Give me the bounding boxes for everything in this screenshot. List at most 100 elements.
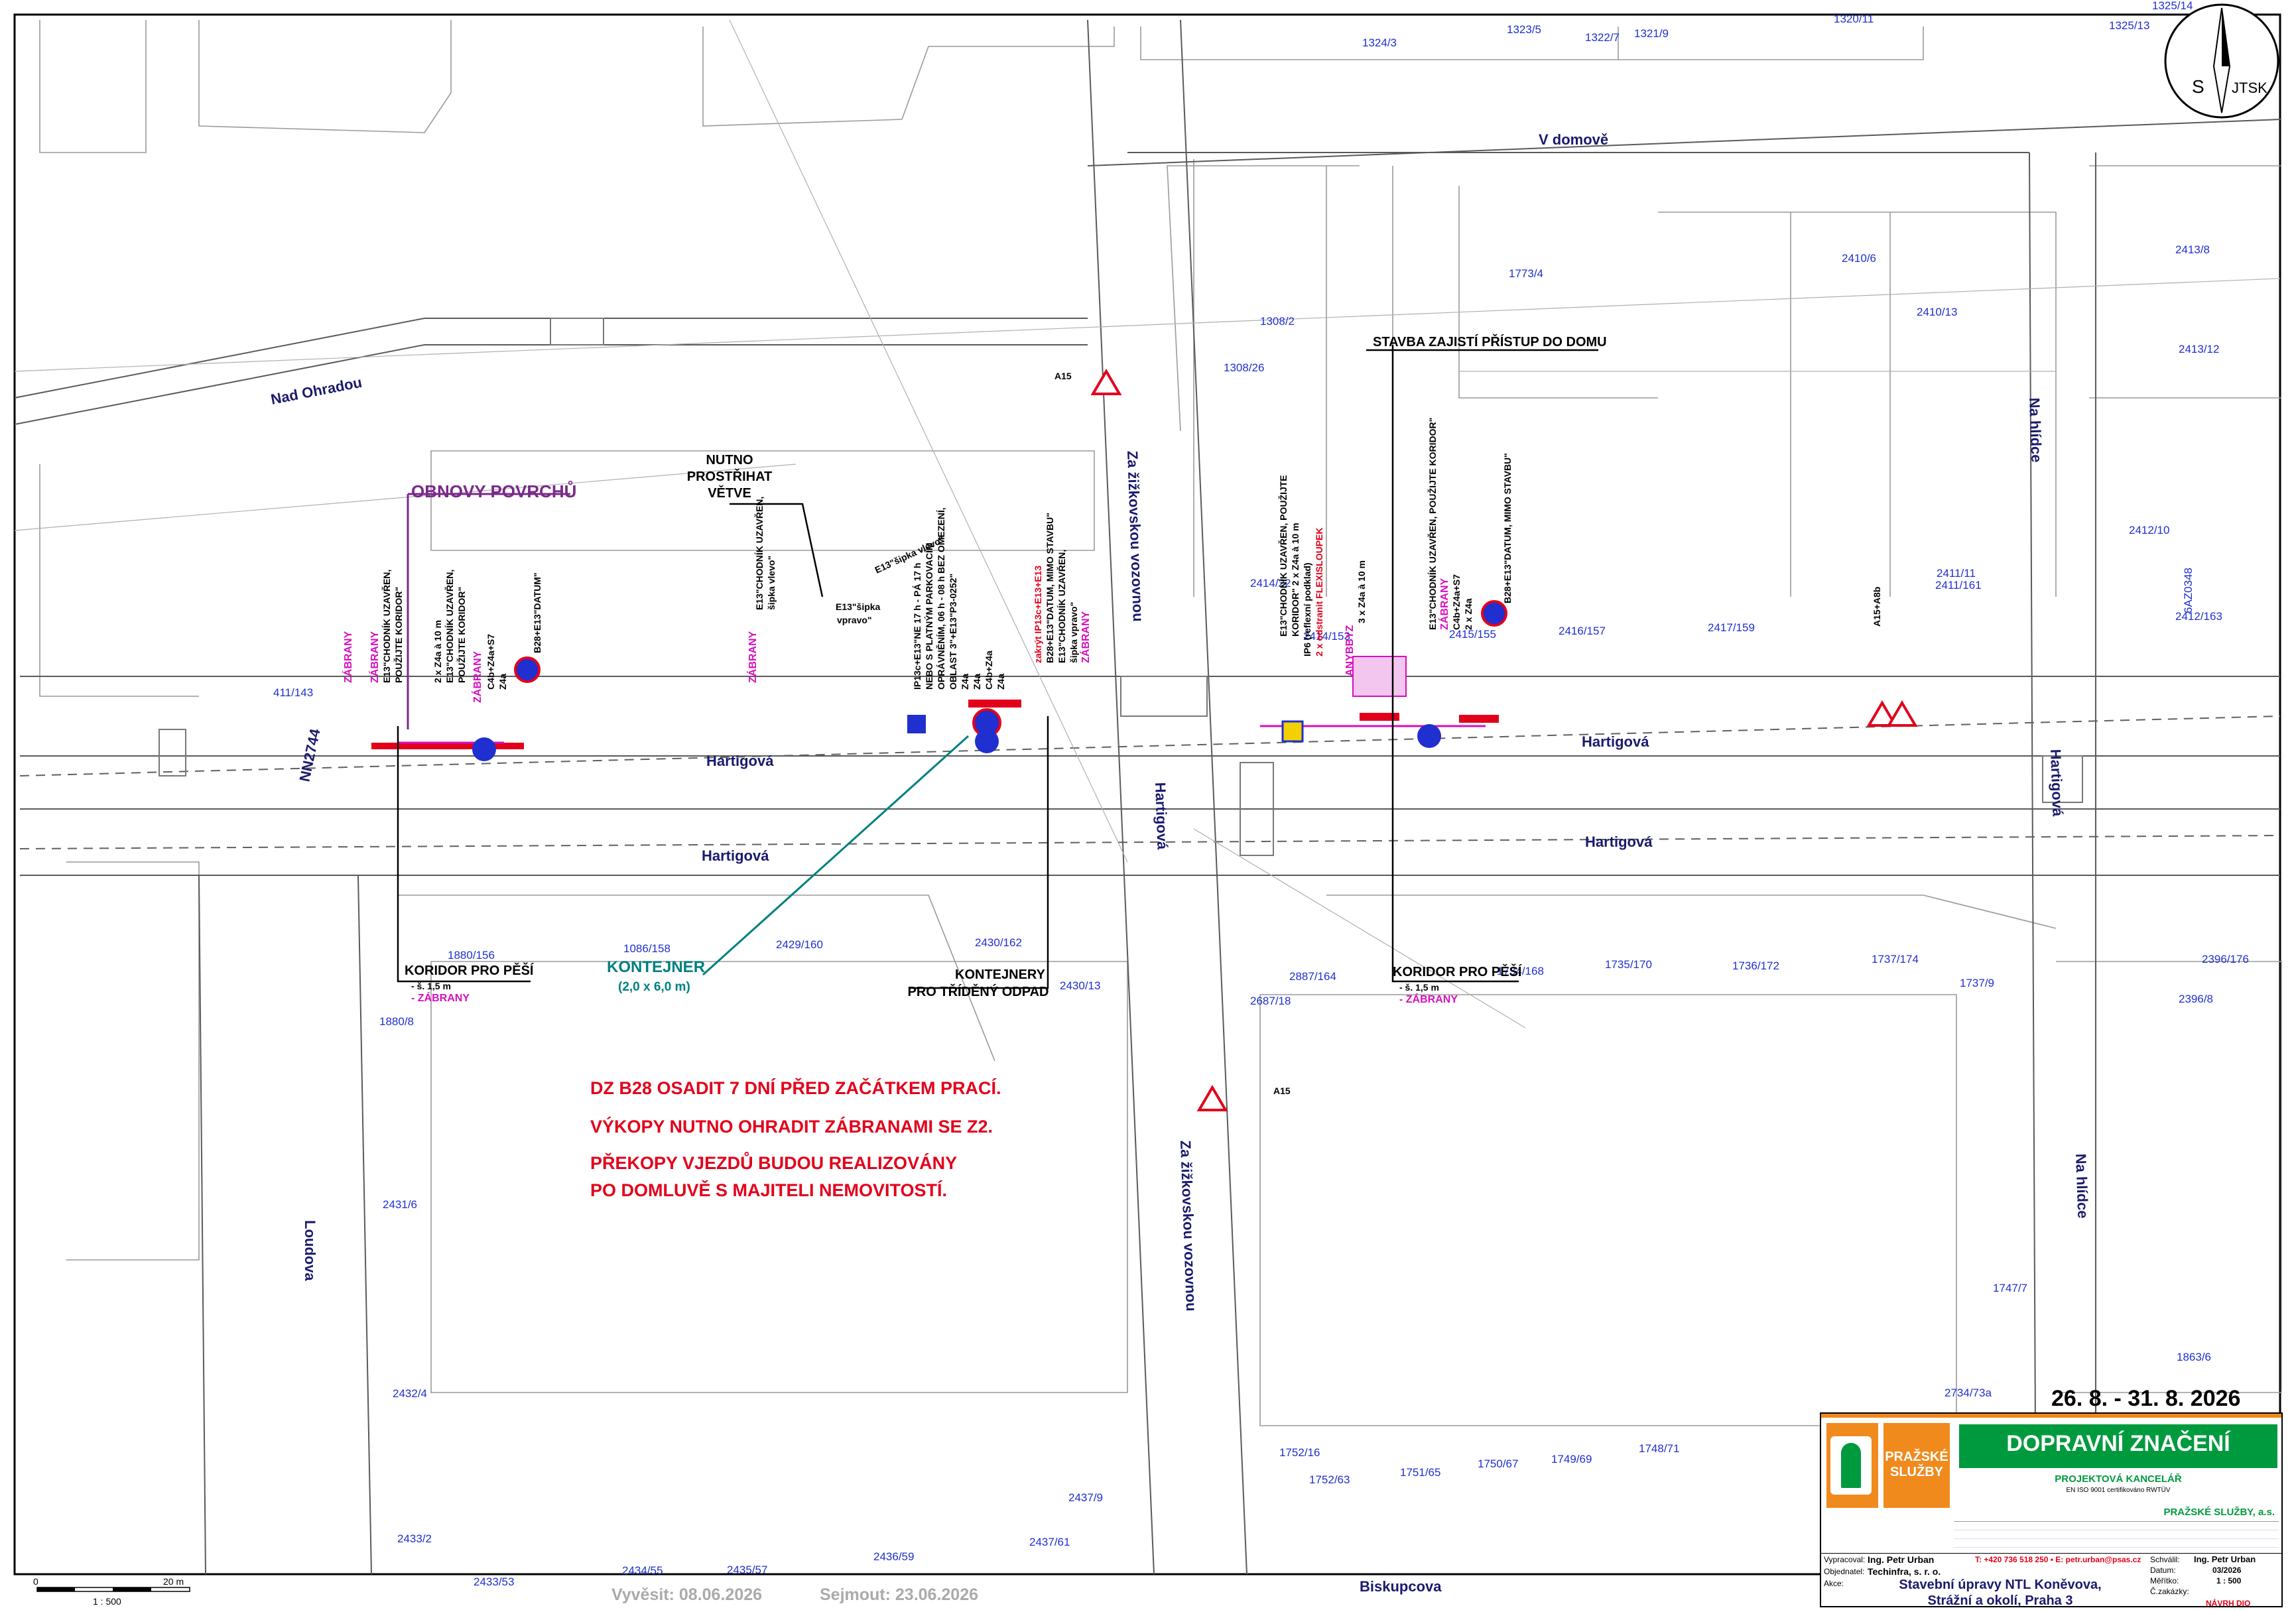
street-labels: V domově Nad Ohradou Za žižkovskou vozov… [269,131,2091,1595]
parcel-number: 2413/8 [2175,243,2210,256]
parcel-number: 2734/73a [1945,1387,1992,1399]
svg-text:ZÁBRANY: ZÁBRANY [746,631,759,683]
parcel-number: 2437/9 [1068,1491,1103,1504]
akce-label: Akce: [1824,1579,1844,1588]
svg-text:Sejmout: 23.06.2026: Sejmout: 23.06.2026 [820,1585,978,1604]
info-grid: Vypracoval: Ing. Petr Urban T: +420 736 … [1821,1553,2281,1609]
parcel-number: 1308/2 [1260,315,1295,328]
svg-text:Hartigová: Hartigová [1582,733,1649,750]
svg-text:ZÁBRANY: ZÁBRANY [368,631,381,683]
logo-emblem-icon [1830,1436,1872,1495]
meritko-value: 1 : 500 [2216,1576,2242,1585]
parcel-number: 2436/59 [873,1550,914,1563]
svg-text:KONTEJNER: KONTEJNER [607,958,705,976]
meritko-label: Měřítko: [2150,1576,2179,1585]
svg-text:- ZÁBRANY: - ZÁBRANY [1399,993,1458,1005]
callout-lines [397,345,1598,989]
parcel-number: 2411/11 [1937,567,1976,580]
parking-sign-icon [907,715,926,733]
svg-text:šipka vlevo": šipka vlevo" [766,556,777,610]
parcel-number: 1880/156 [448,949,495,961]
svg-text:ZÁBRANY: ZÁBRANY [342,631,354,683]
svg-text:B28+E13"DATUM, MIMO STAVBU": B28+E13"DATUM, MIMO STAVBU" [1502,453,1513,603]
vypracoval-label: Vypracoval: [1824,1555,1866,1564]
svg-text:Z4a: Z4a [497,674,508,690]
svg-text:PRO TŘÍDĚNÝ ODPAD: PRO TŘÍDĚNÝ ODPAD [908,983,1049,999]
svg-text:E13"CHODNÍK UZAVŘEN, POUŽIJTE: E13"CHODNÍK UZAVŘEN, POUŽIJTE [1277,475,1289,637]
datum-value: 03/2026 [2212,1566,2242,1575]
svg-text:Hartigová: Hartigová [702,847,769,864]
svg-text:IP13c+E13"NE 17 h - PÁ 17 h: IP13c+E13"NE 17 h - PÁ 17 h [912,563,923,690]
svg-text:A15: A15 [1273,1085,1291,1096]
work-zone-barriers [371,656,1499,749]
dz-heading: DOPRAVNÍ ZNAČENÍ [2006,1431,2230,1456]
schvalil-value: Ing. Petr Urban [2194,1554,2256,1564]
svg-text:PROSTŘIHAT: PROSTŘIHAT [687,468,773,484]
svg-text:E13"šipka: E13"šipka [836,601,881,612]
svg-text:KORIDOR PRO PĚŠÍ: KORIDOR PRO PĚŠÍ [1393,963,1522,979]
road-edges [14,19,2282,1575]
parcel-number: 1736/172 [1732,960,1779,972]
parcel-number: 2410/6 [1842,252,1876,265]
svg-text:Za žižkovskou vozovnou: Za žižkovskou vozovnou [1177,1140,1200,1312]
parcel-number: 2432/4 [393,1387,427,1400]
parcel-number: 1308/26 [1224,361,1264,374]
svg-text:OBNOVY POVRCHŮ: OBNOVY POVRCHŮ [411,480,576,501]
svg-text:KONTEJNERY: KONTEJNERY [955,967,1046,982]
parcel-number: 2430/13 [1060,979,1100,992]
svg-text:ANYBBYZ: ANYBBYZ [1344,625,1356,676]
svg-text:NEBO S PLATNÝM PARKOVACÍM: NEBO S PLATNÝM PARKOVACÍM [923,542,934,690]
parcel-number: 2396/8 [2179,993,2213,1005]
parcel-number: 1863/6 [2177,1351,2211,1363]
dz-iso: EN ISO 9001 certifikováno RWTÜV [2066,1487,2171,1494]
svg-text:(2,0 x 6,0 m): (2,0 x 6,0 m) [618,980,690,994]
project-notes: DZ B28 OSADIT 7 DNÍ PŘED ZAČÁTKEM PRACÍ.… [590,1078,1001,1200]
svg-text:STAVBA ZAJISTÍ PŘÍSTUP DO DOMU: STAVBA ZAJISTÍ PŘÍSTUP DO DOMU [1373,334,1607,349]
title-block-top-border [1821,1414,2281,1418]
svg-text:POUŽIJTE KORIDOR": POUŽIJTE KORIDOR" [393,587,404,683]
svg-text:IP6 (reflexní podklad): IP6 (reflexní podklad) [1302,562,1312,656]
parcel-number: 2433/53 [474,1576,514,1588]
parcel-number: 2687/18 [1250,995,1291,1007]
warning-sign-icon [1090,369,1122,395]
parcel-number: 6AZ0348 [2182,568,2195,613]
svg-text:C4b+Z4a: C4b+Z4a [984,650,994,690]
svg-text:- š. 1,5 m: - š. 1,5 m [411,981,451,991]
parcel-number: 1773/4 [1509,267,1543,280]
parcel-number: 2413/12 [2179,343,2219,355]
parcel-number: 1752/63 [1309,1473,1350,1486]
svg-text:KORIDOR PRO PĚŠÍ: KORIDOR PRO PĚŠÍ [405,962,534,978]
logo-square: PRAŽSKÉ SLUŽBY [1883,1423,1950,1508]
parcel-number: 2416/157 [1559,625,1606,637]
svg-text:JTSK: JTSK [2232,80,2267,96]
parcel-number: 1321/9 [1634,27,1669,40]
svg-text:OPRÁVNĚNÍM, 06 h - 08 h BEZ OM: OPRÁVNĚNÍM, 06 h - 08 h BEZ OMEZENÍ, [935,507,946,690]
svg-text:Nad Ohradou: Nad Ohradou [269,374,363,408]
svg-text:Hartigová: Hartigová [706,753,774,769]
parcel-number: 2417/159 [1708,621,1755,634]
svg-text:ZÁBRANY: ZÁBRANY [1438,578,1450,630]
svg-text:20 m: 20 m [163,1576,184,1587]
svg-text:PŘEKOPY VJEZDŮ BUDOU REALIZOVÁ: PŘEKOPY VJEZDŮ BUDOU REALIZOVÁNY [590,1151,957,1173]
parcel-number: 1750/67 [1478,1457,1518,1470]
parcel-number: 2429/160 [776,938,823,951]
parcel-number: 1324/3 [1362,36,1397,49]
parcel-number: 2430/162 [975,936,1022,949]
svg-text:26. 8. - 31. 8. 2026: 26. 8. - 31. 8. 2026 [2051,1386,2240,1411]
scale-bar: 0 20 m 1 : 500 [33,1576,190,1607]
svg-text:Z4a: Z4a [960,674,970,690]
dz-sub: PROJEKTOVÁ KANCELÁŘ [2055,1473,2182,1485]
date-range: 26. 8. - 31. 8. 2026 [2051,1386,2240,1411]
svg-text:Z4a: Z4a [995,674,1006,690]
zakazka-label: Č.zakázky: [2150,1587,2189,1596]
contact-lines [1954,1521,2279,1550]
situation-map: V domově Nad Ohradou Za žižkovskou vozov… [13,0,2282,1607]
parcel-number: 411/143 [273,686,313,699]
svg-text:Hartigová: Hartigová [1585,834,1653,850]
svg-text:2 x Z4a: 2 x Z4a [1463,598,1474,630]
svg-text:E13"CHODNÍK UZAVŘEN,: E13"CHODNÍK UZAVŘEN, [1056,550,1067,663]
objednatel-label: Objednatel: [1824,1567,1865,1576]
parcel-number: 2396/176 [2202,953,2249,965]
svg-text:Biskupcova: Biskupcova [1360,1578,1442,1595]
svg-text:E13"CHODNÍK UZAVŘEN, POUŽIJTE: E13"CHODNÍK UZAVŘEN, POUŽIJTE KORIDOR" [1427,418,1438,630]
